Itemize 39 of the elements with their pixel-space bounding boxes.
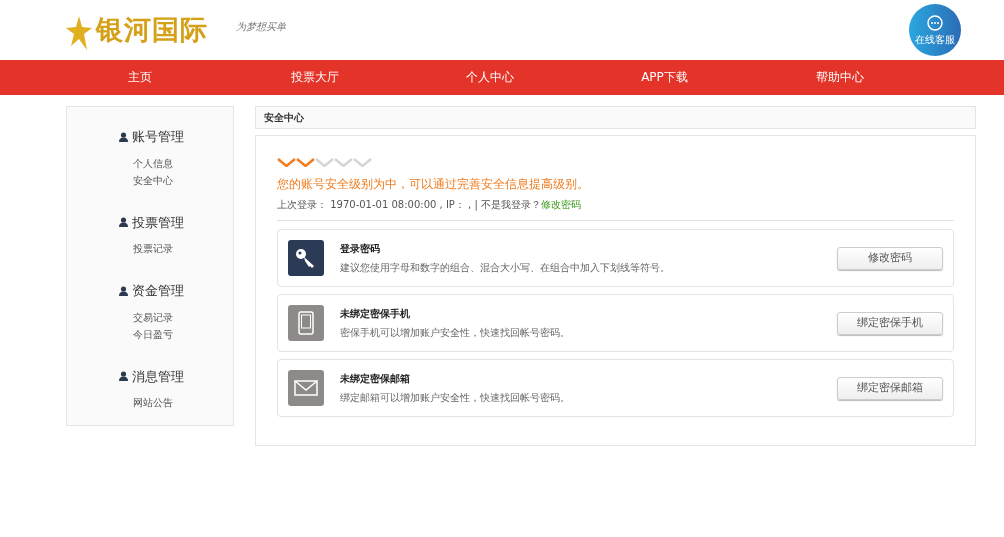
panel-title: 安全中心 bbox=[255, 106, 976, 129]
sidebar-link[interactable]: 今日盈亏 bbox=[133, 325, 173, 343]
item-description: 绑定邮箱可以增加账户安全性，快速找回帐号密码。 bbox=[340, 391, 571, 405]
item-title: 登录密码 bbox=[340, 242, 381, 256]
sidebar-link[interactable]: 投票记录 bbox=[133, 240, 173, 257]
sidebar-group-title: 资金管理 bbox=[132, 282, 184, 300]
item-description: 密保手机可以增加账户安全性，快速找回帐号密码。 bbox=[340, 326, 571, 340]
user-icon bbox=[119, 131, 128, 142]
phone-icon bbox=[288, 305, 324, 341]
online-service-button[interactable]: 在线客服 bbox=[909, 4, 961, 56]
nav-link[interactable]: 主页 bbox=[52, 60, 227, 95]
sidebar-link[interactable]: 安全中心 bbox=[133, 171, 173, 189]
bind-button[interactable]: 绑定密保邮箱 bbox=[837, 376, 943, 400]
star-logo-icon bbox=[66, 16, 92, 51]
envelope-icon bbox=[288, 370, 324, 406]
item-title: 未绑定密保手机 bbox=[340, 307, 411, 321]
sidebar-group-title: 投票管理 bbox=[132, 213, 184, 232]
nav-link[interactable]: 帮助中心 bbox=[752, 60, 927, 95]
tagline: 为梦想买单 bbox=[236, 20, 286, 35]
key-icon bbox=[288, 240, 324, 276]
user-icon bbox=[119, 217, 128, 228]
nav-link[interactable]: APP下载 bbox=[577, 60, 752, 95]
user-icon bbox=[119, 371, 128, 382]
user-icon bbox=[119, 285, 128, 296]
sidebar-link[interactable]: 个人信息 bbox=[133, 154, 173, 172]
security-message: 您的账号安全级别为中，可以通过完善安全信息提高级别。 bbox=[277, 176, 590, 193]
nav-link[interactable]: 个人中心 bbox=[402, 60, 577, 95]
sidebar-group-title: 账号管理 bbox=[132, 128, 184, 146]
last-login-info: 上次登录： 1970-01-01 08:00:00 , IP： , | 不是我登录？修改密码 bbox=[277, 197, 954, 221]
bind-button[interactable]: 绑定密保手机 bbox=[837, 311, 943, 335]
sidebar-link[interactable]: 网站公告 bbox=[133, 394, 173, 411]
item-description: 建议您使用字母和数字的组合、混合大小写、在组合中加入下划线等符号。 bbox=[340, 261, 671, 275]
nav-link[interactable]: 投票大厅 bbox=[227, 60, 402, 95]
sidebar-link[interactable]: 交易记录 bbox=[133, 308, 173, 326]
modify-button[interactable]: 修改密码 bbox=[837, 246, 943, 270]
logo-text: 银河国际 bbox=[96, 12, 208, 47]
sidebar-group-title: 消息管理 bbox=[132, 367, 184, 386]
item-title: 未绑定密保邮箱 bbox=[340, 372, 411, 386]
change-password-link[interactable]: 修改密码 bbox=[541, 199, 581, 210]
